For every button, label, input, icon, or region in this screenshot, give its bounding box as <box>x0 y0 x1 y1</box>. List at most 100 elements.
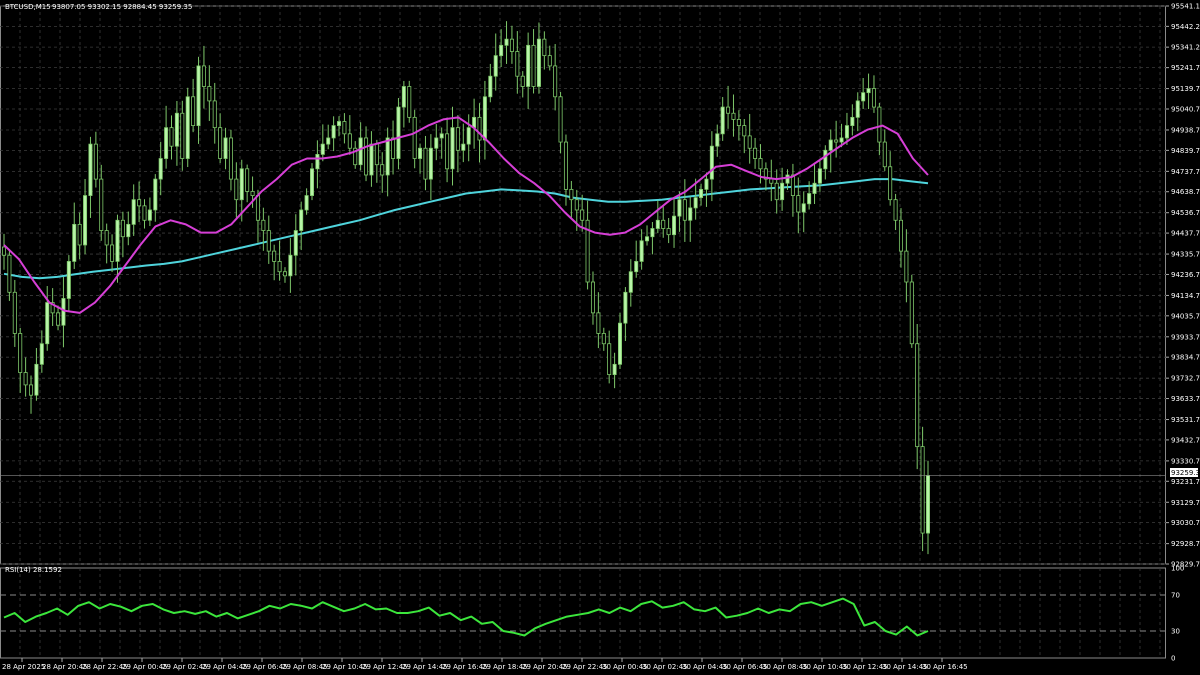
candle-body <box>153 178 158 211</box>
candle-body <box>401 86 406 108</box>
candle-body <box>56 312 61 326</box>
price-axis-label: 92928.70 <box>1171 540 1200 548</box>
price-axis-label: 93933.70 <box>1171 333 1200 341</box>
price-axis-label: 94035.70 <box>1171 312 1200 320</box>
candle-body <box>790 174 795 196</box>
candle-body <box>169 127 174 147</box>
price-axis-label: 93633.70 <box>1171 395 1200 403</box>
candle-body <box>769 178 774 184</box>
time-axis-label: 30 Apr 16:45 <box>922 663 968 671</box>
candle-body <box>99 178 104 231</box>
candle-body <box>693 197 698 209</box>
price-axis-label: 93834.70 <box>1171 354 1200 362</box>
time-axis-label: 29 Apr 04:45 <box>202 663 248 671</box>
candle-body <box>526 44 531 87</box>
candle[interactable] <box>185 87 190 168</box>
candle-body <box>720 106 725 135</box>
candle-body <box>39 343 44 365</box>
time-axis-label: 29 Apr 22:45 <box>562 663 608 671</box>
candle[interactable] <box>909 274 914 348</box>
candle-body <box>736 119 741 126</box>
candle-body <box>191 96 196 126</box>
time-axis-label: 29 Apr 10:45 <box>322 663 368 671</box>
time-axis-label: 30 Apr 14:45 <box>882 663 928 671</box>
candle-body <box>93 143 98 180</box>
candle-body <box>639 240 644 262</box>
candle-body <box>655 219 660 229</box>
rsi-header: RSI(14) 28.1592 <box>5 566 62 574</box>
candle-body <box>607 343 612 376</box>
candle-body <box>288 254 293 277</box>
time-axis-label: 29 Apr 16:45 <box>442 663 488 671</box>
candle-body <box>699 188 704 199</box>
candle-body <box>277 261 282 273</box>
candle-body <box>137 199 142 207</box>
candle-body <box>455 127 460 151</box>
candle-body <box>536 38 541 87</box>
time-axis-label: 29 Apr 00:45 <box>122 663 168 671</box>
candle-body <box>634 261 639 273</box>
candle[interactable] <box>396 97 401 170</box>
candle-body <box>758 158 763 170</box>
candle-body <box>337 121 342 126</box>
price-axis-label: 94638.70 <box>1171 188 1200 196</box>
candle-body <box>590 281 595 314</box>
candle-body <box>261 219 266 231</box>
candle-body <box>618 322 623 365</box>
candle[interactable] <box>407 80 412 123</box>
candle-body <box>385 137 390 176</box>
candle[interactable] <box>309 163 314 201</box>
candle-body <box>839 137 844 143</box>
candle-body <box>126 223 131 238</box>
candle-body <box>774 182 779 201</box>
candle-body <box>466 127 471 145</box>
candle-body <box>239 168 244 201</box>
time-axis-label: 29 Apr 20:45 <box>522 663 568 671</box>
ohlc-header: 93807.05 93302.15 92884.45 93259.35 <box>52 3 192 11</box>
time-axis-label: 28 Apr 20:45 <box>42 663 88 671</box>
price-axis-label: 93531.70 <box>1171 416 1200 424</box>
candle-body <box>18 333 23 373</box>
candle-body <box>34 363 39 396</box>
time-axis-label: 29 Apr 18:45 <box>482 663 528 671</box>
candle-body <box>563 141 568 190</box>
candle-body <box>612 363 617 376</box>
candle-body <box>926 475 931 534</box>
time-axis-label: 28 Apr 2025 <box>2 663 45 671</box>
candle-body <box>7 254 12 293</box>
time-axis-label: 28 Apr 22:45 <box>82 663 128 671</box>
candle-body <box>520 75 525 87</box>
candle-body <box>650 228 655 238</box>
candle-body <box>234 178 239 201</box>
candle-body <box>834 139 839 143</box>
candle-body <box>823 149 828 170</box>
price-axis-label: 93129.70 <box>1171 499 1200 507</box>
candle-body <box>623 291 628 324</box>
candle-body <box>488 75 493 98</box>
candle-body <box>450 127 455 170</box>
candle-body <box>715 133 720 147</box>
candle-body <box>780 182 785 201</box>
trading-chart[interactable]: 95541.15 95442.20 95341.20 95241.70 95139.70… <box>0 0 1200 675</box>
candle-body <box>861 92 866 102</box>
price-axis-label: 95442.20 <box>1171 23 1200 31</box>
candle-body <box>477 116 482 141</box>
candle-body <box>893 199 898 221</box>
time-axis-label: 30 Apr 04:45 <box>682 663 728 671</box>
candle-body <box>299 209 304 231</box>
candle-body <box>212 100 217 129</box>
candle-body <box>115 219 120 262</box>
candle-body <box>207 86 212 102</box>
candle-body <box>218 127 223 159</box>
candle-body <box>504 38 509 46</box>
candle-body <box>228 137 233 180</box>
candle-body <box>499 44 504 57</box>
candle-body <box>596 312 601 334</box>
time-axis-label: 29 Apr 12:45 <box>362 663 408 671</box>
candle-body <box>196 65 201 126</box>
price-axis-label: 95541.15 <box>1171 3 1200 11</box>
candle-body <box>709 145 714 180</box>
candle-body <box>812 182 817 194</box>
candle-body <box>342 121 347 135</box>
candle-body <box>164 127 169 159</box>
